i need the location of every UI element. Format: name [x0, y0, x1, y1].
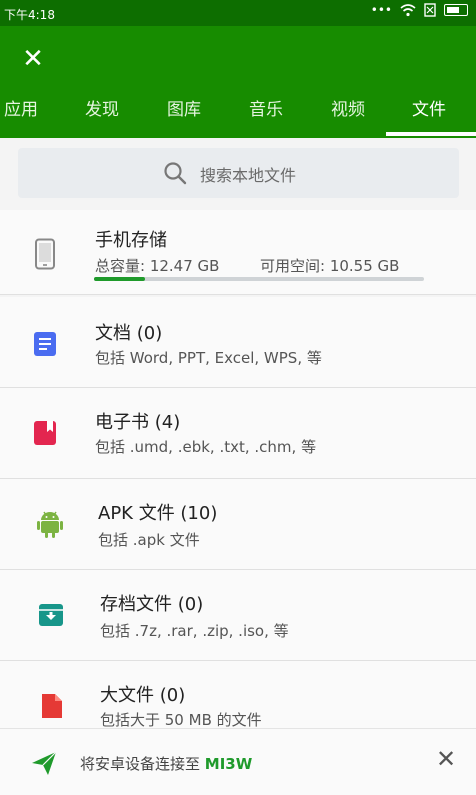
- archive-icon: [39, 604, 63, 626]
- category-large-files[interactable]: 大文件 (0) 包括大于 50 MB 的文件: [0, 661, 476, 729]
- storage-progress-bar: [94, 277, 424, 281]
- tab-apps[interactable]: 应用: [4, 94, 38, 138]
- connect-banner[interactable]: 将安卓设备连接至 MI3W ✕: [0, 728, 476, 795]
- close-banner-icon[interactable]: ✕: [432, 745, 460, 773]
- status-icons: •••: [371, 3, 468, 17]
- category-archives[interactable]: 存档文件 (0) 包括 .7z, .rar, .zip, .iso, 等: [0, 570, 476, 661]
- category-title: 电子书 (4): [95, 412, 181, 433]
- storage-progress-fill: [94, 277, 145, 281]
- category-subtitle: 包括 .apk 文件: [98, 531, 200, 549]
- tab-indicator: [386, 132, 476, 136]
- wifi-icon: [400, 4, 416, 17]
- status-time: 下午4:18: [4, 8, 55, 22]
- tab-discover[interactable]: 发现: [85, 94, 119, 138]
- category-title: 大文件 (0): [100, 685, 186, 706]
- document-icon: [34, 332, 56, 356]
- category-subtitle: 包括 .umd, .ebk, .txt, .chm, 等: [95, 438, 317, 456]
- signal-dots-icon: •••: [370, 3, 392, 17]
- category-apk[interactable]: APK 文件 (10) 包括 .apk 文件: [0, 479, 476, 570]
- category-documents[interactable]: 文档 (0) 包括 Word, PPT, Excel, WPS, 等: [0, 297, 476, 388]
- battery-icon: [444, 4, 468, 16]
- category-title: 存档文件 (0): [100, 594, 204, 615]
- category-title: APK 文件 (10): [98, 503, 218, 524]
- storage-total: 总容量: 12.47 GB: [95, 257, 220, 275]
- large-file-icon: [42, 694, 62, 718]
- send-icon: [32, 751, 57, 775]
- storage-title: 手机存储: [95, 230, 167, 251]
- tab-gallery[interactable]: 图库: [167, 94, 201, 138]
- header: ✕ 应用 发现 图库 音乐 视频 文件: [0, 26, 476, 138]
- status-bar: 下午4:18 •••: [0, 0, 476, 26]
- category-ebooks[interactable]: 电子书 (4) 包括 .umd, .ebk, .txt, .chm, 等: [0, 388, 476, 479]
- connect-text: 将安卓设备连接至 MI3W: [80, 753, 252, 774]
- tab-music[interactable]: 音乐: [249, 94, 283, 138]
- category-subtitle: 包括 .7z, .rar, .zip, .iso, 等: [100, 622, 289, 640]
- category-title: 文档 (0): [95, 323, 163, 344]
- category-subtitle: 包括大于 50 MB 的文件: [100, 711, 262, 729]
- phone-icon: [35, 238, 55, 270]
- connect-device-name: MI3W: [204, 755, 253, 773]
- storage-item[interactable]: 手机存储 总容量: 12.47 GB 可用空间: 10.55 GB: [0, 210, 476, 295]
- connect-prefix: 将安卓设备连接至: [80, 755, 205, 773]
- tab-bar: 应用 发现 图库 音乐 视频 文件: [0, 94, 476, 138]
- storage-available: 可用空间: 10.55 GB: [260, 257, 400, 275]
- category-subtitle: 包括 Word, PPT, Excel, WPS, 等: [95, 349, 322, 367]
- sim-icon: [424, 3, 436, 17]
- tab-videos[interactable]: 视频: [331, 94, 365, 138]
- search-input[interactable]: 搜索本地文件: [18, 148, 459, 198]
- android-icon: [37, 511, 63, 538]
- ebook-icon: [34, 421, 56, 445]
- search-icon: [164, 162, 187, 185]
- search-placeholder: 搜索本地文件: [200, 166, 297, 185]
- close-icon[interactable]: ✕: [18, 44, 48, 74]
